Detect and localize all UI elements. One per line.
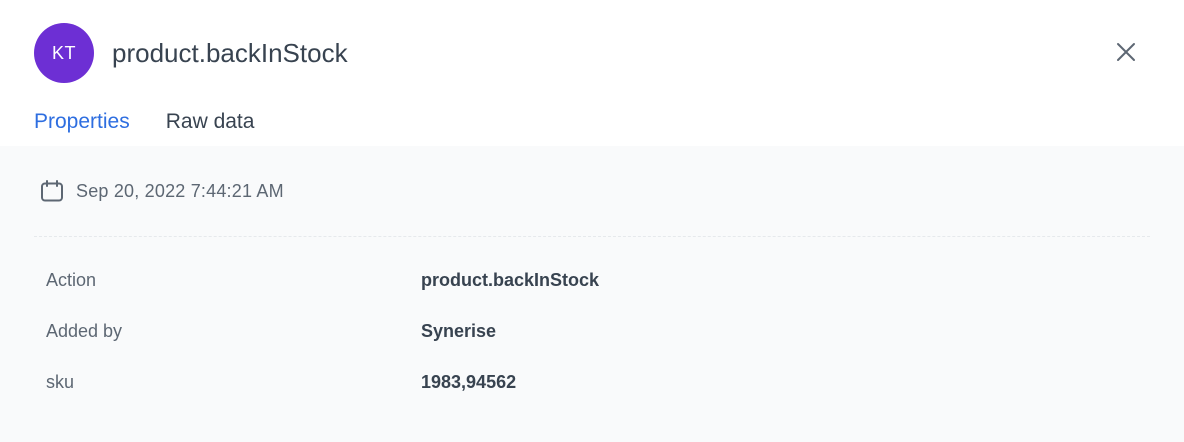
close-icon — [1117, 43, 1135, 61]
panel-header: KT product.backInStock Properties Raw da… — [0, 0, 1184, 153]
properties-content: Sep 20, 2022 7:44:21 AM Action product.b… — [0, 146, 1184, 442]
page-title: product.backInStock — [112, 38, 348, 68]
avatar-initials: KT — [51, 42, 76, 63]
calendar-icon — [41, 180, 63, 202]
property-value: 1983,94562 — [421, 372, 517, 392]
timestamp-text: Sep 20, 2022 7:44:21 AM — [76, 180, 284, 201]
tab-raw-data[interactable]: Raw data — [166, 106, 255, 146]
tab-bar: Properties Raw data — [34, 106, 290, 153]
event-details-panel: KT product.backInStock Properties Raw da… — [0, 0, 1184, 442]
properties-list: Action product.backInStock Added by Syne… — [46, 264, 1146, 417]
property-label: Added by — [46, 321, 123, 341]
tab-properties[interactable]: Properties — [34, 106, 132, 153]
divider — [34, 236, 1150, 237]
avatar: KT — [34, 23, 94, 83]
tab-raw-data-label: Raw data — [165, 110, 255, 133]
event-timestamp: Sep 20, 2022 7:44:21 AM — [40, 179, 284, 203]
tab-properties-label: Properties — [34, 110, 130, 133]
property-value: Synerise — [421, 321, 497, 341]
property-row-sku: sku 1983,94562 — [46, 366, 1146, 417]
property-row-action: Action product.backInStock — [46, 264, 1146, 315]
property-row-added-by: Added by Synerise — [46, 315, 1146, 366]
property-label: sku — [46, 372, 75, 392]
property-value: product.backInStock — [421, 270, 600, 290]
property-label: Action — [46, 270, 97, 290]
close-button[interactable] — [1110, 36, 1142, 68]
